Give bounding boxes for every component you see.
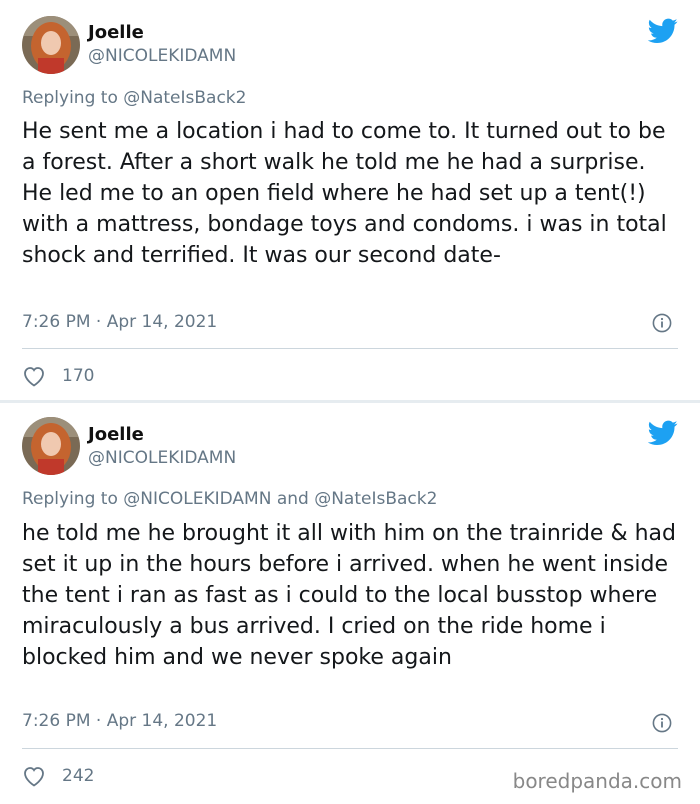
- replying-prefix: Replying to: [22, 88, 124, 108]
- like-count: 242: [62, 766, 95, 786]
- tweet-timestamp[interactable]: 7:26 PM · Apr 14, 2021: [22, 312, 217, 332]
- twitter-bird-icon[interactable]: [648, 420, 678, 446]
- replying-to-link[interactable]: @NICOLEKIDAMN and @NateIsBack2: [123, 489, 437, 509]
- tweet-text: He sent me a location i had to come to. …: [22, 119, 667, 268]
- tweet-card: Joelle @NICOLEKIDAMN Replying to @NICOLE…: [0, 403, 700, 804]
- display-name[interactable]: Joelle: [88, 424, 144, 445]
- info-icon[interactable]: [652, 313, 672, 333]
- replying-to: Replying to @NICOLEKIDAMN and @NateIsBac…: [22, 489, 437, 509]
- avatar-photo: [22, 417, 80, 475]
- like-count: 170: [62, 366, 95, 386]
- twitter-bird-icon[interactable]: [648, 18, 678, 44]
- heart-icon: [24, 367, 44, 387]
- avatar-photo: [22, 16, 80, 74]
- like-button[interactable]: 242: [22, 765, 94, 787]
- tweet-card: Joelle @NICOLEKIDAMN Replying to @NateIs…: [0, 0, 700, 401]
- separator: [22, 748, 678, 749]
- user-handle[interactable]: @NICOLEKIDAMN: [88, 448, 236, 468]
- like-button[interactable]: 170: [22, 365, 94, 387]
- watermark: boredpanda.com: [512, 769, 682, 793]
- heart-icon: [24, 767, 44, 787]
- separator: [22, 348, 678, 349]
- tweet-timestamp[interactable]: 7:26 PM · Apr 14, 2021: [22, 711, 217, 731]
- info-icon[interactable]: [652, 713, 672, 733]
- replying-to: Replying to @NateIsBack2: [22, 88, 246, 108]
- replying-prefix: Replying to: [22, 489, 124, 509]
- display-name[interactable]: Joelle: [88, 22, 144, 43]
- tweet-text: he told me he brought it all with him on…: [22, 521, 676, 670]
- avatar[interactable]: [22, 16, 80, 74]
- user-handle[interactable]: @NICOLEKIDAMN: [88, 46, 236, 66]
- replying-to-link[interactable]: @NateIsBack2: [123, 88, 246, 108]
- avatar[interactable]: [22, 417, 80, 475]
